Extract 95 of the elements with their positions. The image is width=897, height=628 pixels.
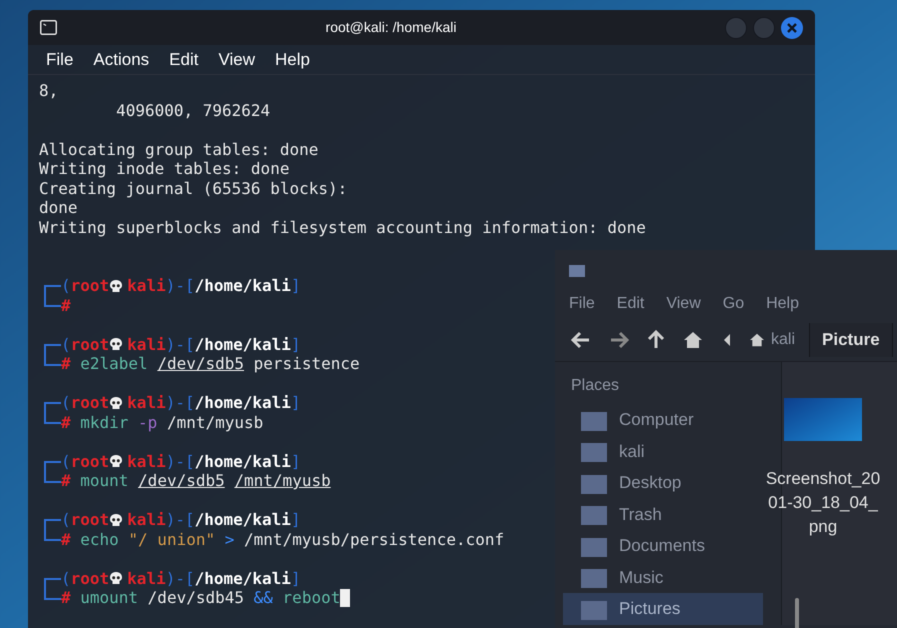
prompt-bracket: [44, 285, 61, 307]
window-title: root@kali: /home/kali: [326, 18, 456, 37]
skull-icon: [109, 337, 124, 352]
prompt-punctuation: (: [61, 393, 71, 412]
output-line: 8,: [39, 81, 60, 100]
folder-icon: [581, 566, 607, 588]
prompt-user: root: [70, 334, 110, 354]
folder-icon: [581, 503, 607, 526]
output-line: done: [39, 198, 79, 218]
prompt-user: root: [70, 393, 110, 412]
menu-item[interactable]: Help: [766, 292, 799, 316]
prompt-host: kali: [127, 568, 166, 588]
menu-item[interactable]: View: [218, 46, 255, 72]
home-icon[interactable]: [683, 330, 703, 348]
prompt-symbol: #: [61, 530, 71, 549]
caret-left-icon[interactable]: [723, 334, 731, 346]
prompt-punctuation: )-[: [166, 568, 195, 588]
prompt-punctuation: )-[: [166, 276, 195, 296]
sidebar-item[interactable]: Pictures: [563, 593, 763, 624]
folder-icon: [581, 440, 607, 462]
menu-item[interactable]: File: [46, 46, 74, 72]
prompt-host: kali: [127, 276, 166, 296]
prompt-bracket: [44, 344, 61, 366]
output-line: Allocating group tables: done: [39, 140, 320, 159]
skull-icon: [109, 396, 124, 410]
close-button[interactable]: [781, 16, 803, 38]
prompt-path: /home/kali: [194, 510, 291, 530]
skull-icon: [109, 454, 124, 468]
up-arrow-icon[interactable]: [647, 330, 665, 350]
output-line: 4096000, 7962624: [115, 100, 272, 120]
menu-item[interactable]: Help: [275, 46, 310, 72]
prompt-punctuation: ]: [290, 276, 301, 296]
sidebar-heading: Places: [570, 376, 620, 396]
prompt-host: kali: [127, 334, 166, 354]
prompt-path: /home/kali: [194, 393, 291, 412]
prompt-punctuation: ]: [290, 452, 301, 471]
close-icon: [787, 22, 797, 32]
command-text: echo "/ union" > /mnt/myusb/persistence.conf: [80, 530, 504, 549]
prompt-bracket: [44, 460, 61, 482]
prompt-punctuation: )-[: [166, 393, 195, 412]
menu-item[interactable]: Actions: [93, 46, 150, 72]
menu-item[interactable]: View: [666, 292, 701, 316]
terminal-icon: [40, 20, 57, 35]
prompt-punctuation: (: [61, 276, 71, 296]
command-text: umount /dev/sdb45 && reboot: [80, 588, 340, 608]
prompt-symbol: #: [61, 354, 71, 374]
prompt-user: root: [70, 510, 110, 530]
prompt-user: root: [70, 452, 110, 471]
output-line: Creating journal (65536 blocks):: [39, 178, 348, 198]
home-icon: [749, 332, 765, 346]
command-text: mkdir -p /mnt/myusb: [80, 412, 264, 432]
folder-icon: [569, 263, 585, 277]
command-text: mount /dev/sdb5 /mnt/myusb: [80, 471, 331, 490]
prompt-punctuation: ]: [290, 510, 301, 530]
prompt-bracket: [44, 578, 61, 600]
prompt-bracket: [44, 519, 61, 541]
prompt-path: /home/kali: [194, 334, 291, 354]
breadcrumb-label: kali: [771, 330, 796, 350]
prompt-path: /home/kali: [194, 568, 291, 588]
prompt-punctuation: (: [61, 568, 71, 588]
prompt-symbol: #: [61, 296, 71, 315]
skull-icon: [109, 278, 124, 293]
command-text: e2label /dev/sdb5 persistence: [80, 354, 360, 374]
prompt-punctuation: ]: [290, 393, 301, 412]
prompt-host: kali: [127, 393, 166, 412]
skull-icon: [109, 571, 124, 586]
prompt-punctuation: (: [61, 510, 71, 530]
prompt-punctuation: )-[: [166, 334, 195, 354]
menu-item[interactable]: Go: [722, 292, 744, 316]
prompt-punctuation: )-[: [166, 510, 195, 530]
prompt-symbol: #: [61, 588, 71, 608]
prompt-symbol: #: [61, 412, 71, 432]
back-arrow-icon[interactable]: [571, 330, 591, 348]
menu-item[interactable]: File: [569, 292, 595, 316]
prompt-punctuation: ]: [290, 568, 301, 588]
prompt-user: root: [70, 276, 110, 296]
prompt-host: kali: [127, 510, 166, 530]
menu-item[interactable]: Edit: [169, 46, 198, 72]
menu-item[interactable]: Edit: [616, 292, 644, 316]
forward-arrow-icon[interactable]: [609, 330, 629, 348]
prompt-path: /home/kali: [194, 276, 291, 296]
skull-icon: [109, 512, 124, 527]
output-line: Writing inode tables: done: [39, 159, 290, 178]
prompt-bracket: [44, 402, 61, 424]
prompt-punctuation: )-[: [166, 452, 195, 471]
prompt-path: /home/kali: [194, 452, 291, 471]
prompt-user: root: [70, 568, 110, 588]
prompt-symbol: #: [61, 471, 71, 490]
prompt-punctuation: (: [61, 452, 71, 471]
output-line: Writing superblocks and filesystem accounting information: done: [39, 218, 647, 237]
prompt-punctuation: (: [61, 334, 71, 354]
path-tab[interactable]: Picture: [809, 322, 893, 356]
prompt-host: kali: [127, 452, 166, 471]
breadcrumb-button[interactable]: kali: [749, 328, 796, 352]
prompt-punctuation: ]: [290, 334, 301, 354]
